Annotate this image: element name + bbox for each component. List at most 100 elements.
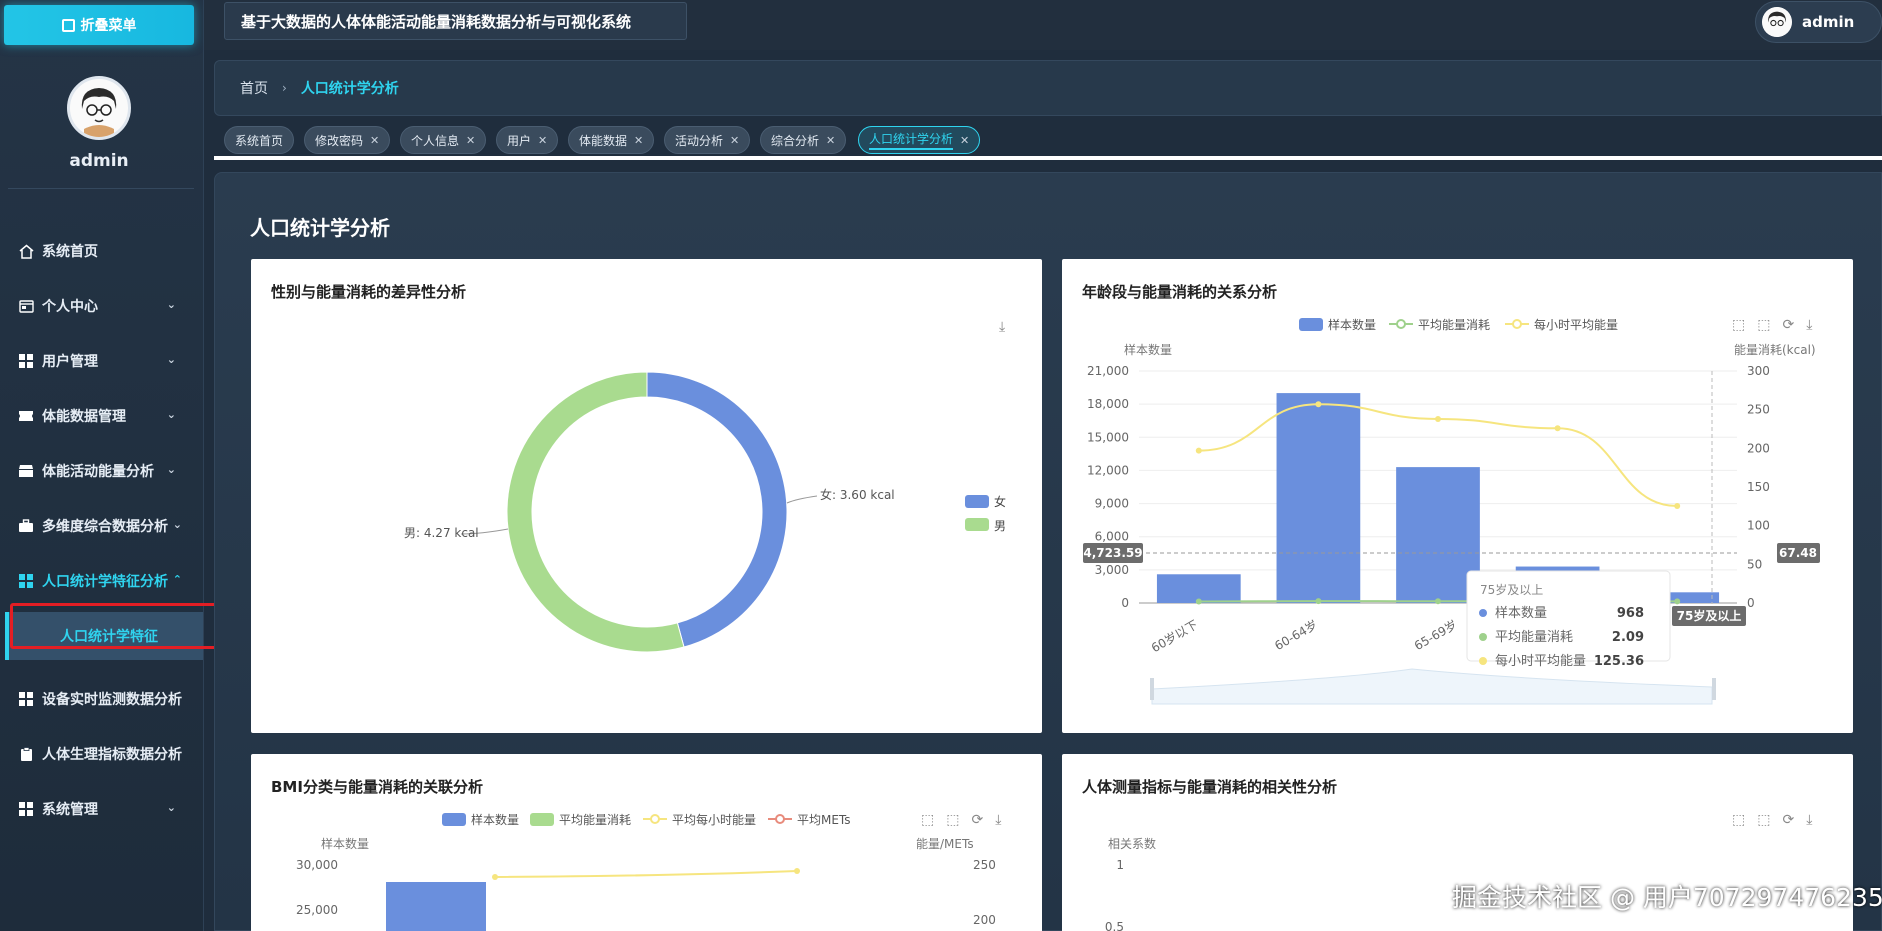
legend-item-female[interactable]: 女	[994, 494, 1006, 509]
avatar	[1762, 7, 1792, 37]
legend-item[interactable]: 平均能量消耗	[1418, 318, 1490, 332]
line-point[interactable]	[794, 868, 800, 874]
legend-item[interactable]: 每小时平均能量	[1534, 317, 1618, 332]
legend-item[interactable]: 平均METs	[797, 813, 851, 827]
line-point[interactable]	[1315, 401, 1322, 408]
avatar	[67, 76, 131, 140]
data-zoom-handle[interactable]	[1712, 678, 1716, 700]
tab-bar: 系统首页 修改密码 ✕ 个人信息 ✕ 用户 ✕ 体能数据 ✕ 活动分析 ✕ 综合分析 ✕ 人…	[214, 124, 1882, 158]
sidebar-item-home[interactable]: 系统首页	[0, 231, 198, 271]
chevron-down-icon: ⌄	[166, 801, 176, 814]
age-chart-card: 年龄段与能量消耗的关系分析 ⬚ ⬚ ⟳ ⤓ 样本数量 平均能量消耗 每小时平均能…	[1062, 259, 1853, 733]
tooltip-row-value: 968	[1617, 606, 1644, 621]
data-zoom-handle[interactable]	[1150, 678, 1154, 700]
legend-swatch	[775, 814, 785, 824]
line-point[interactable]	[1435, 598, 1441, 605]
store-icon	[18, 463, 34, 479]
line-point[interactable]	[492, 874, 498, 880]
sidebar-item-demographic-analysis[interactable]: 人口统计学特征分析 ⌃	[0, 561, 198, 601]
bmi-combo-chart: 样本数量 平均能量消耗 平均每小时能量 平均METs 样本数量 能量/METs …	[296, 812, 996, 931]
sidebar-item-personal-center[interactable]: 个人中心 ⌄	[0, 286, 198, 326]
y-tick-label: 3,000	[1095, 563, 1129, 577]
gender-donut-chart: 女: 3.60 kcal 男: 4.27 kcal 女 男	[404, 371, 1006, 653]
sidebar-item-label: 系统首页	[42, 244, 98, 260]
sidebar-item-energy-analysis[interactable]: 体能活动能量分析 ⌄	[0, 451, 198, 491]
close-icon[interactable]: ✕	[826, 134, 835, 147]
tab-activity-analysis[interactable]: 活动分析 ✕	[664, 126, 751, 154]
y2-axis-title: 能量消耗(kcal)	[1734, 343, 1816, 357]
legend-swatch	[1299, 318, 1323, 331]
tab-users[interactable]: 用户 ✕	[496, 126, 559, 154]
line-point[interactable]	[1315, 598, 1322, 605]
sidebar-item-label: 人口统计学特征分析	[42, 574, 168, 590]
leader-line	[786, 495, 818, 504]
sidebar-item-label: 用户管理	[42, 354, 98, 370]
close-icon[interactable]: ✕	[370, 134, 379, 147]
y2-tick-label: 200	[1747, 441, 1770, 455]
tooltip-row-name: 平均能量消耗	[1495, 630, 1573, 645]
sidebar-item-physiology[interactable]: 人体生理指标数据分析	[0, 734, 198, 774]
line-point[interactable]	[1554, 425, 1561, 432]
legend-item-male[interactable]: 男	[994, 519, 1006, 533]
close-icon[interactable]: ✕	[960, 134, 969, 147]
line-point[interactable]	[1195, 598, 1202, 605]
y2-tick-label: 0	[1747, 596, 1755, 610]
tooltip-row-value: 2.09	[1612, 630, 1644, 645]
sidebar-item-device-monitor[interactable]: 设备实时监测数据分析	[0, 679, 198, 719]
collapse-menu-button[interactable]: 折叠菜单	[4, 5, 194, 45]
close-icon[interactable]: ✕	[538, 134, 547, 147]
legend-swatch	[442, 813, 466, 826]
tab-profile[interactable]: 个人信息 ✕	[400, 126, 487, 154]
close-icon[interactable]: ✕	[466, 134, 475, 147]
legend-item[interactable]: 平均能量消耗	[559, 813, 631, 827]
line-point[interactable]	[1195, 447, 1202, 454]
legend-swatch	[1512, 319, 1522, 329]
close-icon[interactable]: ✕	[730, 134, 739, 147]
data-zoom-slider[interactable]	[1151, 668, 1713, 705]
x-tick-label: 60-64岁	[1272, 617, 1320, 653]
chevron-down-icon: ⌄	[166, 463, 176, 476]
tab-demographic-analysis[interactable]: 人口统计学分析 ✕	[858, 126, 981, 154]
briefcase-icon	[18, 518, 34, 534]
line-point[interactable]	[1435, 415, 1441, 422]
line-point[interactable]	[1674, 598, 1681, 605]
legend-item[interactable]: 样本数量	[471, 812, 519, 827]
tab-home[interactable]: 系统首页	[224, 126, 295, 154]
tab-comprehensive-analysis[interactable]: 综合分析 ✕	[760, 126, 847, 154]
y2-tick-label: 250	[1747, 403, 1770, 417]
grid-icon	[18, 801, 34, 817]
id-card-icon	[18, 298, 34, 314]
sidebar-item-multi-dim-analysis[interactable]: 多维度综合数据分析 ⌄	[0, 506, 198, 546]
y-tick-label: 1	[1116, 858, 1124, 872]
tab-label: 修改密码	[315, 133, 364, 148]
y-axis-title: 样本数量	[1124, 342, 1172, 357]
sidebar-username: admin	[69, 151, 129, 171]
tooltip-row-name: 样本数量	[1495, 606, 1547, 621]
close-icon[interactable]: ✕	[634, 134, 643, 147]
collapse-menu-label: 折叠菜单	[80, 18, 137, 34]
collapse-icon	[61, 18, 75, 32]
tab-label: 个人信息	[411, 133, 460, 148]
x-tick-label: 60岁以下	[1148, 617, 1200, 656]
sidebar-item-label: 多维度综合数据分析	[42, 519, 168, 535]
sidebar-item-system[interactable]: 系统管理 ⌄	[0, 789, 198, 829]
sidebar-item-user-management[interactable]: 用户管理 ⌄	[0, 341, 198, 381]
tab-fitness-data[interactable]: 体能数据 ✕	[568, 126, 655, 154]
pie-slice[interactable]	[646, 371, 788, 648]
divider	[214, 156, 1882, 160]
y2-axis-title: 能量/METs	[916, 837, 974, 851]
tab-change-password[interactable]: 修改密码 ✕	[304, 126, 391, 154]
tooltip-row-value: 125.36	[1594, 654, 1644, 669]
highlight-box	[10, 603, 219, 649]
user-menu[interactable]: admin	[1755, 1, 1882, 43]
pie-slice[interactable]	[506, 371, 685, 653]
breadcrumb-home[interactable]: 首页	[240, 78, 268, 98]
sidebar-item-fitness-data[interactable]: 体能数据管理 ⌄	[0, 396, 198, 436]
legend-item[interactable]: 样本数量	[1328, 317, 1376, 332]
bmi-chart-card: BMI分类与能量消耗的关联分析 ⬚ ⬚ ⟳ ⤓ 样本数量 平均能量消耗 平均每小…	[251, 754, 1042, 931]
tooltip-marker	[1479, 609, 1487, 617]
line-point[interactable]	[1674, 503, 1681, 510]
legend-item[interactable]: 平均每小时能量	[672, 812, 756, 827]
bar[interactable]	[386, 882, 486, 931]
bar[interactable]	[1276, 393, 1361, 603]
